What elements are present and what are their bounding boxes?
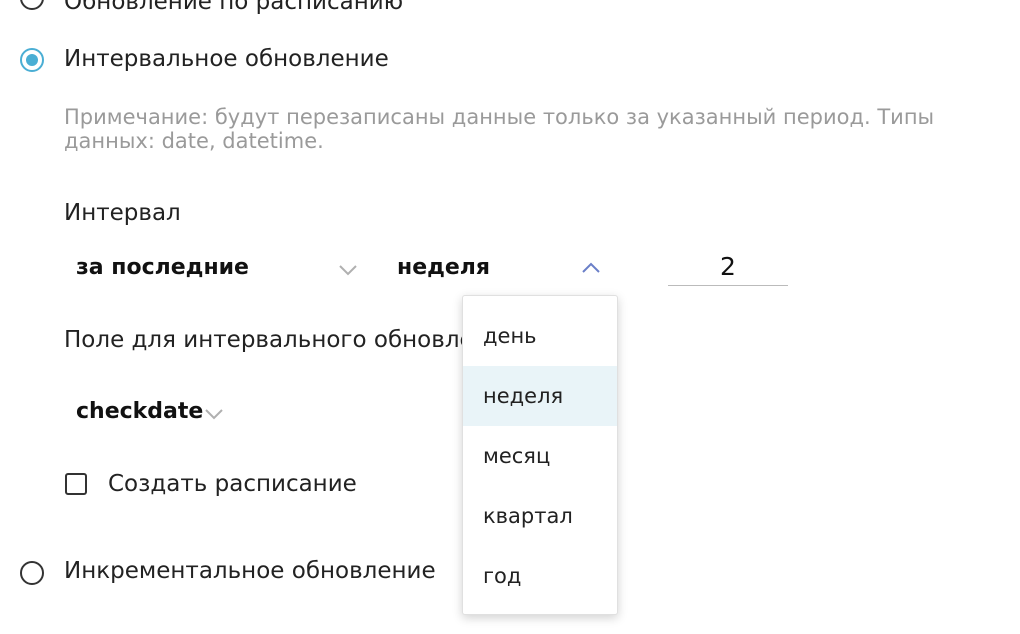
chevron-down-icon <box>338 264 358 276</box>
interval-unit-select[interactable]: неделя <box>397 252 612 286</box>
interval-note: Примечание: будут перезаписаны данные то… <box>64 105 935 153</box>
interval-field-value: checkdate <box>76 399 204 424</box>
incremental-update-radio[interactable] <box>20 561 44 585</box>
schedule-update-radio[interactable] <box>20 0 44 10</box>
interval-update-radio[interactable] <box>20 48 44 72</box>
schedule-update-label: Обновление по расписанию <box>64 0 404 15</box>
interval-unit-value: неделя <box>397 255 491 280</box>
chevron-down-icon <box>204 408 224 420</box>
dropdown-item-week[interactable]: неделя <box>463 366 617 426</box>
create-schedule-checkbox[interactable] <box>65 473 87 495</box>
chevron-up-icon <box>581 262 601 274</box>
interval-label: Интервал <box>64 200 181 226</box>
interval-field-label: Поле для интервального обновле <box>64 327 474 353</box>
dropdown-item-year[interactable]: год <box>463 546 617 606</box>
dropdown-item-quarter[interactable]: квартал <box>463 486 617 546</box>
dropdown-item-day[interactable]: день <box>463 306 617 366</box>
dropdown-item-month[interactable]: месяц <box>463 426 617 486</box>
incremental-update-label: Инкрементальное обновление <box>64 558 436 584</box>
interval-mode-value: за последние <box>76 255 249 280</box>
interval-unit-dropdown: день неделя месяц квартал год <box>462 295 618 615</box>
interval-count-input[interactable] <box>668 248 788 286</box>
interval-update-label: Интервальное обновление <box>64 46 389 72</box>
interval-field-select[interactable]: checkdate <box>76 396 236 430</box>
create-schedule-label: Создать расписание <box>108 471 357 497</box>
interval-mode-select[interactable]: за последние <box>76 252 366 286</box>
